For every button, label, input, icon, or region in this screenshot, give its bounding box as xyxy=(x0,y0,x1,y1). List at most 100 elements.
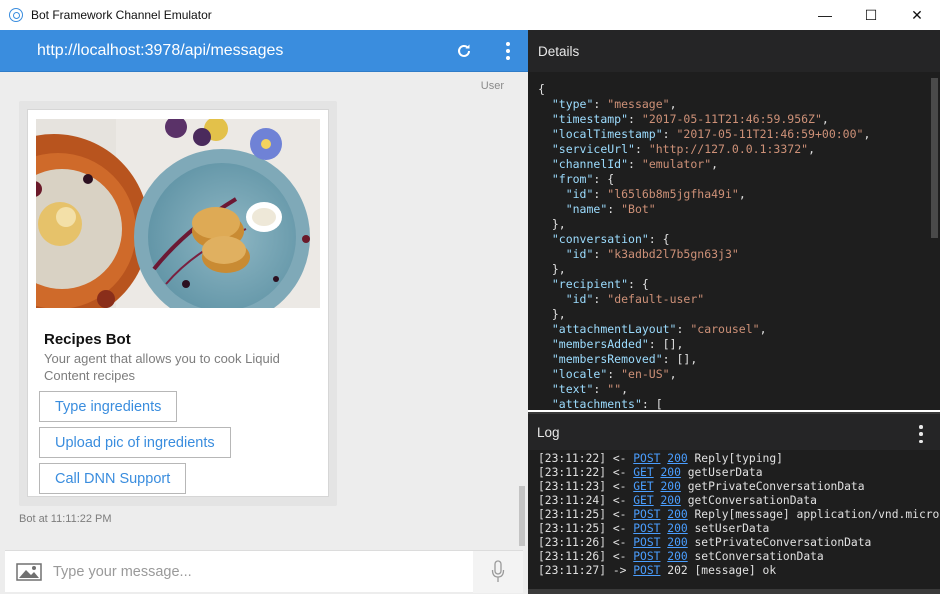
hero-card: Recipes Bot Your agent that allows you t… xyxy=(27,109,329,497)
card-subtitle: Your agent that allows you to cook Liqui… xyxy=(44,351,280,383)
log-menu-icon[interactable] xyxy=(918,425,924,443)
upload-pic-button[interactable]: Upload pic of ingredients xyxy=(39,427,231,458)
log-time: [23:11:25] xyxy=(538,522,607,535)
log-entry: [23:11:22] <- GET 200 getUserData xyxy=(538,466,940,480)
log-text: getConversationData xyxy=(687,494,817,507)
log-method-link[interactable]: POST xyxy=(633,522,660,535)
log-text: getPrivateConversationData xyxy=(687,480,865,493)
log-time: [23:11:25] xyxy=(538,508,607,521)
log-status-link[interactable]: 200 xyxy=(667,508,687,521)
json-line: "membersRemoved": [], xyxy=(551,352,698,366)
json-line: "id": "default-user" xyxy=(565,292,705,306)
microphone-button[interactable] xyxy=(473,551,523,593)
log-entry: [23:11:26] <- POST 200 setConversationDa… xyxy=(538,550,940,564)
endpoint-url[interactable]: http://localhost:3978/api/messages xyxy=(37,42,283,60)
json-line: "id": "k3adbd2l7b5gn63j3" xyxy=(565,247,739,261)
minimize-button[interactable]: — xyxy=(802,0,848,30)
log-entry: [23:11:25] <- POST 200 Reply[message] ap… xyxy=(538,508,940,522)
call-support-button[interactable]: Call DNN Support xyxy=(39,463,187,494)
log-time: [23:11:22] xyxy=(538,452,607,465)
chat-scrollbar[interactable] xyxy=(519,486,525,546)
json-line: "attachmentLayout": "carousel", xyxy=(551,322,767,336)
log-direction: <- xyxy=(612,466,627,479)
details-json-panel: { "type": "message", "timestamp": "2017-… xyxy=(528,72,940,410)
chat-menu-icon[interactable] xyxy=(498,40,518,62)
log-direction: -> xyxy=(612,564,627,577)
log-method-link[interactable]: POST xyxy=(633,508,660,521)
log-title: Log xyxy=(537,424,560,440)
details-header: Details xyxy=(528,30,940,72)
log-direction: <- xyxy=(612,494,627,507)
log-text: [message] ok xyxy=(694,564,777,577)
log-text: setPrivateConversationData xyxy=(694,536,872,549)
message-timestamp: Bot at 11:11:22 PM xyxy=(19,513,112,525)
maximize-button[interactable]: ☐ xyxy=(848,0,894,30)
microphone-icon xyxy=(491,560,505,582)
log-direction: <- xyxy=(612,536,627,549)
bot-message-bubble: Recipes Bot Your agent that allows you t… xyxy=(19,101,337,506)
log-text: setUserData xyxy=(694,522,770,535)
user-label: User xyxy=(480,80,504,92)
json-line: "conversation": { xyxy=(551,232,670,246)
json-line: }, xyxy=(538,217,566,231)
log-entry: [23:11:23] <- GET 200 getPrivateConversa… xyxy=(538,480,940,494)
log-status-link[interactable]: 200 xyxy=(660,466,680,479)
log-direction: <- xyxy=(612,452,627,465)
json-line: "type": "message", xyxy=(551,97,677,111)
log-direction: <- xyxy=(612,480,627,493)
json-line: "name": "Bot" xyxy=(565,202,656,216)
log-horizontal-scrollbar[interactable] xyxy=(528,589,940,594)
address-bar: http://localhost:3978/api/messages xyxy=(0,30,528,72)
log-status-link[interactable]: 200 xyxy=(667,550,687,563)
log-method-link[interactable]: POST xyxy=(633,536,660,549)
log-method-link[interactable]: GET xyxy=(633,466,653,479)
log-status-link[interactable]: 200 xyxy=(660,480,680,493)
json-line: "recipient": { xyxy=(551,277,649,291)
log-lines: [23:11:22] <- POST 200 Reply[typing] [23:… xyxy=(538,452,940,578)
log-status-link[interactable]: 200 xyxy=(660,494,680,507)
image-upload-icon[interactable] xyxy=(16,563,42,581)
window-title: Bot Framework Channel Emulator xyxy=(31,8,212,22)
log-text: getUserData xyxy=(687,466,763,479)
log-method-link[interactable]: POST xyxy=(633,550,660,563)
log-status: 202 xyxy=(667,564,688,577)
window-controls: — ☐ ✕ xyxy=(802,0,940,30)
log-method-link[interactable]: POST xyxy=(633,452,660,465)
message-input-bar xyxy=(5,550,523,593)
log-time: [23:11:23] xyxy=(538,480,607,493)
json-line: }, xyxy=(538,262,566,276)
json-line: "membersAdded": [], xyxy=(551,337,684,351)
message-input[interactable] xyxy=(53,551,473,593)
hero-image[interactable] xyxy=(36,119,320,308)
json-line: "serviceUrl": "http://127.0.0.1:3372", xyxy=(551,142,815,156)
log-panel: [23:11:22] <- POST 200 Reply[typing] [23:… xyxy=(528,450,940,594)
log-entry: [23:11:26] <- POST 200 setPrivateConvers… xyxy=(538,536,940,550)
window-titlebar: Bot Framework Channel Emulator — ☐ ✕ xyxy=(0,0,940,30)
json-line: "text": "", xyxy=(551,382,629,396)
json-line: { xyxy=(538,82,545,96)
chat-pane: http://localhost:3978/api/messages User xyxy=(0,30,528,594)
log-text: setConversationData xyxy=(694,550,824,563)
log-status-link[interactable]: 200 xyxy=(667,452,687,465)
details-title: Details xyxy=(538,43,580,59)
log-time: [23:11:22] xyxy=(538,466,607,479)
refresh-icon[interactable] xyxy=(454,41,474,61)
log-entry: [23:11:22] <- POST 200 Reply[typing] xyxy=(538,452,940,466)
emulator-logo-icon xyxy=(9,8,23,22)
log-method-link[interactable]: POST xyxy=(633,564,660,577)
json-line: "localTimestamp": "2017-05-11T21:46:59+0… xyxy=(551,127,871,141)
log-time: [23:11:26] xyxy=(538,536,607,549)
log-entry: [23:11:25] <- POST 200 setUserData xyxy=(538,522,940,536)
type-ingredients-button[interactable]: Type ingredients xyxy=(39,391,178,422)
log-direction: <- xyxy=(612,522,627,535)
json-line: "id": "l65l6b8m5jgfha49i", xyxy=(565,187,746,201)
log-method-link[interactable]: GET xyxy=(633,480,653,493)
log-entry: [23:11:27] -> POST 202 [message] ok xyxy=(538,564,940,578)
details-scrollbar[interactable] xyxy=(931,78,938,238)
log-status-link[interactable]: 200 xyxy=(667,522,687,535)
close-button[interactable]: ✕ xyxy=(894,0,940,30)
log-entry: [23:11:24] <- GET 200 getConversationDat… xyxy=(538,494,940,508)
log-status-link[interactable]: 200 xyxy=(667,536,687,549)
json-line: }, xyxy=(538,307,566,321)
log-method-link[interactable]: GET xyxy=(633,494,653,507)
